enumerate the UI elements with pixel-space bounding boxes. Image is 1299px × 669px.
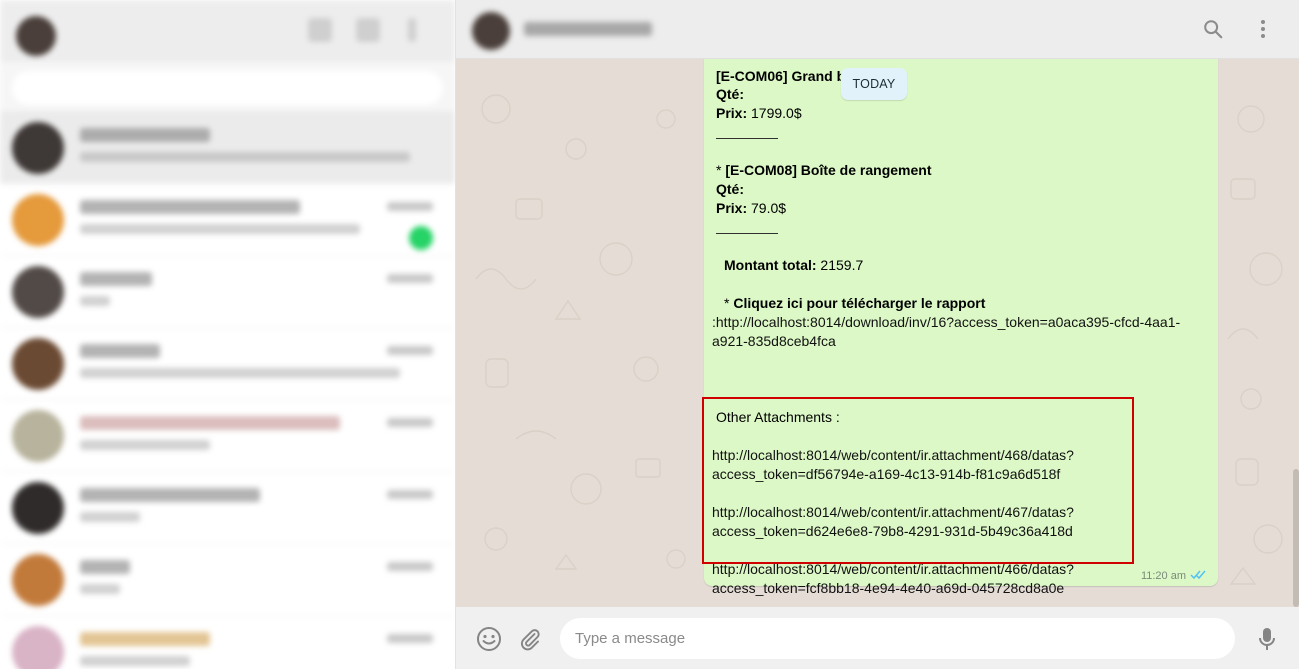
chat-preview (80, 224, 360, 234)
item2-title-line: * [E-COM08] Boîte de rangement (716, 161, 931, 179)
chat-preview (80, 584, 120, 594)
bullet: * (716, 162, 726, 178)
avatar (12, 122, 64, 174)
avatar (12, 338, 64, 390)
profile-avatar[interactable] (16, 16, 56, 56)
chat-list-header (0, 0, 455, 62)
date-badge: TODAY (841, 68, 907, 100)
attachment-link-468-line1[interactable]: http://localhost:8014/web/content/ir.att… (712, 446, 1074, 465)
download-link-line1[interactable]: :http://localhost:8014/download/inv/16?a… (712, 313, 1180, 332)
separator (716, 233, 778, 234)
attachment-link-466-line1[interactable]: http://localhost:8014/web/content/ir.att… (712, 560, 1074, 579)
separator (716, 138, 778, 139)
chat-time (387, 202, 433, 211)
chat-preview (80, 296, 110, 306)
download-label: Cliquez ici pour télécharger le rapport (733, 295, 986, 311)
message-input[interactable] (560, 618, 1235, 659)
chat-preview (80, 440, 210, 450)
paperclip-icon[interactable] (517, 626, 543, 652)
avatar (12, 194, 64, 246)
chat-time (387, 418, 433, 427)
price-label: Prix: (716, 200, 748, 216)
whatsapp-web-window: [E-COM06] Grand bureau Qté: Prix: 1799.0… (0, 0, 1299, 669)
conversation-panel: [E-COM06] Grand bureau Qté: Prix: 1799.0… (456, 0, 1299, 669)
message-time: 11:20 am (1140, 570, 1186, 582)
unread-badge (409, 226, 433, 250)
chat-name (80, 416, 340, 430)
item2-qty-line: Qté: (716, 180, 744, 198)
avatar (12, 266, 64, 318)
total-line: Montant total: 2159.7 (724, 256, 863, 274)
chat-time (387, 346, 433, 355)
chat-time (387, 274, 433, 283)
chat-preview (80, 368, 400, 378)
menu-icon[interactable] (408, 18, 416, 42)
chat-preview (80, 152, 410, 162)
attachment-link-466-line2[interactable]: access_token=fcf8bb18-4e94-4e40-a69d-045… (712, 579, 1064, 598)
vertical-dots-menu-icon[interactable] (1251, 17, 1275, 41)
bullet: * (724, 295, 734, 311)
conversation-header (456, 0, 1299, 59)
message-area[interactable]: [E-COM06] Grand bureau Qté: Prix: 1799.0… (456, 59, 1299, 607)
contact-info-blurred[interactable] (472, 8, 662, 54)
chat-preview (80, 512, 140, 522)
search-icon[interactable] (1201, 17, 1225, 41)
avatar (12, 554, 64, 606)
item2-title: [E-COM08] Boîte de rangement (725, 162, 932, 178)
item1-qty-line: Qté: (716, 85, 744, 103)
chat-name (80, 344, 160, 358)
avatar (12, 626, 64, 669)
double-check-icon (1190, 569, 1206, 583)
chat-list-item[interactable] (0, 544, 455, 616)
new-chat-icon[interactable] (356, 18, 380, 42)
status-icon[interactable] (308, 18, 332, 42)
chat-list-item[interactable] (0, 472, 455, 544)
chat-list-item[interactable] (0, 400, 455, 472)
chat-name (80, 488, 260, 502)
price-label: Prix: (716, 105, 748, 121)
qty-label: Qté: (716, 86, 744, 102)
attachment-link-467-line1[interactable]: http://localhost:8014/web/content/ir.att… (712, 503, 1074, 522)
message-meta: 11:20 am (1141, 569, 1206, 583)
chat-list-item[interactable] (0, 328, 455, 400)
item1-price-line: Prix: 1799.0$ (716, 104, 802, 122)
chat-list-item[interactable] (0, 616, 455, 669)
chat-search-input[interactable] (12, 71, 443, 105)
download-link-line2[interactable]: a921-835d8ceb4fca (712, 332, 836, 351)
item2-price: 79.0$ (751, 200, 787, 216)
item1-price: 1799.0$ (751, 105, 802, 121)
chat-time (387, 490, 433, 499)
chat-preview (80, 656, 190, 666)
total-value: 2159.7 (820, 257, 864, 273)
chat-name (80, 200, 300, 214)
microphone-icon[interactable] (1254, 626, 1280, 652)
avatar (12, 482, 64, 534)
emoji-icon[interactable] (476, 626, 502, 652)
item2-price-line: Prix: 79.0$ (716, 199, 786, 217)
chat-list-item[interactable] (0, 256, 455, 328)
total-label: Montant total: (724, 257, 817, 273)
chat-name (80, 128, 210, 142)
chat-list-blurred (0, 0, 455, 669)
contact-avatar (472, 12, 510, 50)
chat-name (80, 632, 210, 646)
chat-name (80, 560, 130, 574)
chat-time (387, 562, 433, 571)
chat-list-panel (0, 0, 456, 669)
qty-label: Qté: (716, 181, 744, 197)
message-bubble-outgoing[interactable]: [E-COM06] Grand bureau Qté: Prix: 1799.0… (702, 59, 1218, 596)
chat-list-item[interactable] (0, 112, 455, 184)
scrollbar-thumb[interactable] (1293, 469, 1299, 607)
chat-name (80, 272, 152, 286)
chat-search-bar (0, 62, 455, 112)
chat-list-item[interactable] (0, 184, 455, 256)
attachment-link-467-line2[interactable]: access_token=d624e6e8-79b8-4291-931d-5b4… (712, 522, 1073, 541)
download-line: * Cliquez ici pour télécharger le rappor… (724, 294, 985, 312)
avatar (12, 410, 64, 462)
chat-time (387, 634, 433, 643)
compose-bar (456, 607, 1299, 669)
contact-name (524, 22, 652, 36)
attachment-link-468-line2[interactable]: access_token=df56794e-a169-4c13-914b-f81… (712, 465, 1060, 484)
